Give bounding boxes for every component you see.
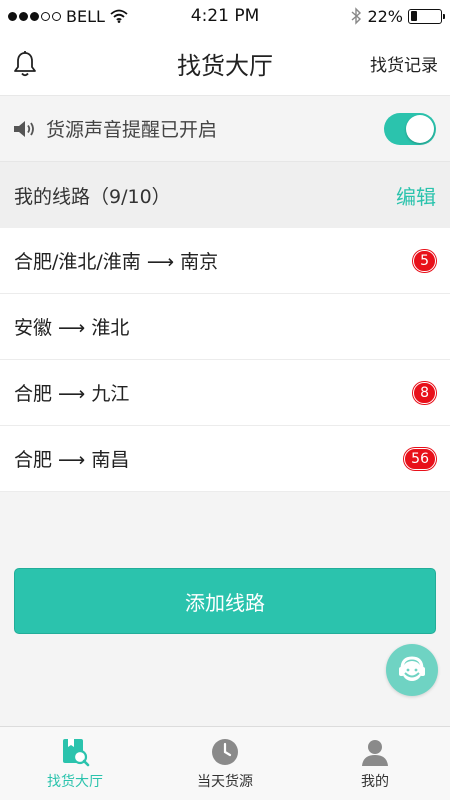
route-item-0[interactable]: 合肥/淮北/淮南 ⟶ 南京 5 xyxy=(0,228,450,294)
route-label: 合肥 ⟶ 南昌 xyxy=(14,449,130,471)
status-bar-left: BELL xyxy=(8,7,148,26)
routes-header: 我的线路（9/10） 编辑 xyxy=(0,162,450,228)
route-badge: 56 xyxy=(404,447,436,470)
battery-icon xyxy=(408,8,445,24)
edit-routes-button[interactable]: 编辑 xyxy=(396,181,436,210)
route-badge: 5 xyxy=(413,249,436,272)
route-item-1[interactable]: 安徽 ⟶ 淮北 xyxy=(0,294,450,360)
bluetooth-icon xyxy=(351,7,362,25)
customer-service-button[interactable] xyxy=(386,644,438,696)
signal-strength-icon xyxy=(8,11,61,21)
tab-today-goods[interactable]: 当天货源 xyxy=(150,727,300,800)
customer-service-icon xyxy=(399,656,425,681)
battery-fill xyxy=(410,11,417,21)
user-icon xyxy=(362,739,388,766)
sound-alert-toggle[interactable] xyxy=(384,112,436,145)
toggle-knob xyxy=(406,114,434,143)
nav-bar: 找货大厅 找货记录 xyxy=(0,32,450,96)
tab-bar: 找货大厅 当天货源 我的 xyxy=(0,726,450,800)
sound-alert-text: 货源声音提醒已开启 xyxy=(46,119,218,141)
speaker-icon xyxy=(14,120,34,137)
tab-find-goods[interactable]: 找货大厅 xyxy=(0,727,150,800)
find-goods-icon xyxy=(63,738,90,766)
status-time: 4:21 PM xyxy=(190,6,260,26)
route-list: 合肥/淮北/淮南 ⟶ 南京 5 安徽 ⟶ 淮北 合肥 ⟶ 九江 8 合肥 ⟶ 南… xyxy=(0,228,450,492)
status-bar-right: 22% xyxy=(302,6,445,26)
bell-icon xyxy=(14,50,36,76)
status-bar: BELL 4:21 PM 22% xyxy=(0,0,450,32)
route-item-2[interactable]: 合肥 ⟶ 九江 8 xyxy=(0,360,450,426)
routes-title: 我的线路（9/10） xyxy=(14,185,171,208)
route-badge: 8 xyxy=(413,381,436,404)
tab-mine[interactable]: 我的 xyxy=(300,727,450,800)
battery-percent: 22% xyxy=(367,6,403,26)
tab-label: 我的 xyxy=(361,773,389,790)
tab-label: 当天货源 xyxy=(197,773,253,790)
clock-icon xyxy=(212,738,238,765)
route-label: 合肥/淮北/淮南 ⟶ 南京 xyxy=(14,251,219,273)
find-goods-history-link[interactable]: 找货记录 xyxy=(370,51,438,76)
sound-alert-row: 货源声音提醒已开启 xyxy=(0,96,450,162)
tab-label: 找货大厅 xyxy=(47,773,103,790)
route-item-3[interactable]: 合肥 ⟶ 南昌 56 xyxy=(0,426,450,492)
notification-button[interactable] xyxy=(12,50,38,78)
route-label: 合肥 ⟶ 九江 xyxy=(14,383,130,405)
wifi-icon xyxy=(110,9,128,23)
route-label: 安徽 ⟶ 淮北 xyxy=(14,317,130,339)
add-route-button[interactable]: 添加线路 xyxy=(14,568,436,634)
carrier-name: BELL xyxy=(66,6,105,26)
